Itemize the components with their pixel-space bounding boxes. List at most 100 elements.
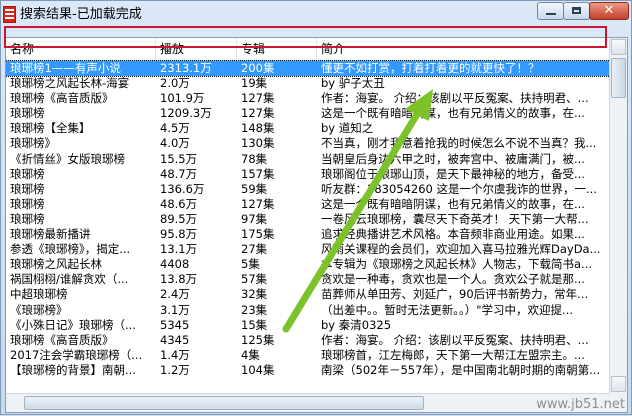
results-list[interactable]: 名称 播放 专辑 简介 琅琊榜1——有声小说 2313.1万 200集 懂更不如打赏，…: [5, 37, 628, 413]
cell-album: 59集: [241, 181, 268, 196]
watermark: www.jb51.net: [536, 397, 625, 412]
cell-name: 琅琊榜【全集】: [10, 121, 91, 136]
maximize-button[interactable]: [563, 2, 590, 20]
cell-name: 参透《琅琊榜》，揭定...: [10, 242, 131, 257]
close-button[interactable]: ✕: [589, 2, 629, 20]
horizontal-scroll-thumb[interactable]: [24, 396, 424, 410]
table-row[interactable]: 《折情丝》女版琅琊榜 15.5万 78集 当朝皇后身边六甲之时，被奔宫中、被庸满门，被…: [6, 152, 610, 167]
cell-album: 5集: [241, 257, 260, 272]
table-row[interactable]: 琅琊榜》 4.0万 130集 不当真，刚才我意着抢我的时候怎么不说不当真？我...: [6, 136, 610, 151]
cell-name: 《小殊日记》琅琊榜（...: [10, 317, 136, 332]
cell-name: 琅琊榜1——有声小说: [10, 61, 121, 75]
table-row[interactable]: 琅琊榜最新播讲 95.8万 175集 追求经典播讲艺术风格。本音频非商业用途。如果..…: [6, 227, 610, 242]
cell-name: 琅琊榜之风起长林-海宴: [10, 76, 130, 91]
cell-intro: 听友群：283054260 这是一个尔虞我诈的世界，一...: [321, 181, 597, 196]
cell-name: 【琅琊榜的背景】南朝...: [10, 362, 136, 377]
cell-intro: 作者：海宴。 介绍：该剧以平反冤案、扶持明君、...: [321, 91, 589, 106]
cell-name: 琅琊榜: [10, 106, 45, 121]
window-title: 搜索结果-已加载完成: [20, 7, 142, 22]
scroll-up-icon[interactable]: [611, 39, 626, 55]
app-icon: [3, 6, 16, 23]
cell-plays: 4408: [160, 257, 190, 272]
column-header-plays[interactable]: 播放: [156, 38, 237, 60]
cell-intro: 贪欢是一种毒，贪欢也是一个人。贪欢公子就是那...: [321, 272, 585, 287]
cell-plays: 15.5万: [160, 151, 198, 166]
table-row[interactable]: 琅琊榜【全集】 4.5万 148集 by 道知之: [6, 121, 610, 136]
table-row[interactable]: 【琅琊榜的背景】南朝... 1.2万 104集 南梁（502年－557年），是中国南北…: [6, 363, 610, 378]
cell-name: 中超琅琊榜: [10, 287, 68, 302]
title-bar[interactable]: 搜索结果-已加载完成 ✕: [1, 1, 631, 31]
cell-album: 127集: [241, 106, 275, 121]
cell-intro: 本专辑为《琅琊榜之风起长林》人物志，下载简书a...: [321, 257, 593, 272]
cell-name: 琅琊榜》: [10, 136, 56, 151]
table-row[interactable]: 琅琊榜 48.7万 157集 琅琊阁位于琅琊山顶，是天下最神秘的地方，备受...: [6, 167, 610, 182]
close-icon: ✕: [603, 3, 615, 18]
table-row[interactable]: 琅琊榜《高音质版》 4345 125集 作者：海宴。 介绍：该剧以平反冤案、扶持明君、…: [6, 333, 610, 348]
cell-intro: 琅琊阁位于琅琊山顶，是天下最神秘的地方，备受...: [321, 166, 585, 181]
cell-album: 127集: [241, 196, 275, 211]
cell-name: 祸国栩栩/谁解贪欢（...: [10, 272, 129, 287]
rows-container: 琅琊榜1——有声小说 2313.1万 200集 懂更不如打赏，打着打着更的就更快了！？…: [6, 59, 611, 378]
cell-plays: 2.4万: [160, 287, 190, 302]
cell-name: 琅琊榜《高音质版》: [10, 91, 114, 106]
table-row[interactable]: 《琅琊榜》 3.1万 23集 （出差中。。暂时无法更新。。）"学习中，欢迎提...: [6, 303, 610, 318]
table-row[interactable]: 琅琊榜《高音质版》 101.9万 127集 作者：海宴。 介绍：该剧以平反冤案、扶持明…: [6, 91, 610, 106]
cell-album: 104集: [241, 362, 275, 377]
cell-plays: 5345: [160, 317, 190, 332]
cell-name: 琅琊榜最新播讲: [10, 227, 91, 242]
cell-album: 15集: [241, 317, 268, 332]
cell-intro: by 秦清0325: [321, 317, 392, 332]
cell-plays: 89.5万: [160, 211, 198, 226]
cell-plays: 2.0万: [160, 76, 190, 91]
cell-intro: 这是一个既有暗暗阴谋，也有兄弟情义的故事，在...: [321, 196, 585, 211]
cell-plays: 101.9万: [160, 91, 205, 106]
table-row[interactable]: 琅琊榜 1209.3万 127集 这是一个既有暗暗阴谋，也有兄弟情义的故事，在...: [6, 106, 610, 121]
cell-plays: 95.8万: [160, 227, 198, 242]
cell-plays: 1209.3万: [160, 106, 212, 121]
vertical-scrollbar[interactable]: [609, 38, 627, 412]
table-row[interactable]: 参透《琅琊榜》，揭定... 13.1万 27集 风雨关课程的会员们，欢迎加入喜马拉雅光…: [6, 242, 610, 257]
table-row[interactable]: 琅琊榜之风起长林-海宴 2.0万 19集 by 驴子太丑: [6, 76, 610, 91]
cell-album: 97集: [241, 211, 268, 226]
cell-intro: 懂更不如打赏，打着打着更的就更快了！？: [321, 61, 540, 75]
cell-plays: 13.8万: [160, 272, 198, 287]
table-row[interactable]: 祸国栩栩/谁解贪欢（... 13.8万 57集 贪欢是一种毒，贪欢也是一个人。贪欢公子…: [6, 272, 610, 287]
table-row[interactable]: 琅琊榜1——有声小说 2313.1万 200集 懂更不如打赏，打着打着更的就更快了！？: [6, 59, 611, 78]
horizontal-scrollbar[interactable]: [6, 393, 610, 412]
table-row[interactable]: 《小殊日记》琅琊榜（... 5345 15集 by 秦清0325: [6, 318, 610, 333]
cell-intro: 一卷风云琅琊榜，囊尽天下奇英才！ 天下第一大帮...: [321, 211, 589, 226]
cell-plays: 4.5万: [160, 121, 190, 136]
cell-name: 琅琊榜《高音质版》: [10, 332, 114, 347]
column-header-album[interactable]: 专辑: [237, 38, 317, 60]
cell-plays: 136.6万: [160, 181, 205, 196]
table-row[interactable]: 琅琊榜 48.6万 127集 这是一个既有暗暗阴谋，也有兄弟情义的故事，在...: [6, 197, 610, 212]
minimize-button[interactable]: [537, 2, 564, 20]
cell-album: 125集: [241, 332, 275, 347]
cell-intro: 苗葬师从单田芳、刘延广，90后评书新势力，常年...: [321, 287, 589, 302]
cell-album: 157集: [241, 166, 275, 181]
column-header-name[interactable]: 名称: [6, 38, 156, 60]
cell-plays: 48.6万: [160, 196, 198, 211]
vertical-scroll-thumb[interactable]: [611, 58, 626, 98]
cell-intro: 作者：海宴。 介绍：该剧以平反冤案、扶持明君、...: [321, 332, 589, 347]
cell-name: 琅琊榜之风起长林: [10, 257, 102, 272]
cell-name: 琅琊榜: [10, 211, 45, 226]
table-row[interactable]: 琅琊榜之风起长林 4408 5集 本专辑为《琅琊榜之风起长林》人物志，下载简书a...: [6, 257, 610, 272]
cell-intro: by 驴子太丑: [321, 76, 385, 91]
column-header-intro[interactable]: 简介: [317, 38, 610, 60]
table-row[interactable]: 琅琊榜 89.5万 97集 一卷风云琅琊榜，囊尽天下奇英才！ 天下第一大帮...: [6, 212, 610, 227]
table-row[interactable]: 2017注会学霸琅琊榜（... 1.4万 4集 琅琊榜首，江左梅郎，天下第一大帮江左盟…: [6, 348, 610, 363]
cell-album: 127集: [241, 91, 275, 106]
cell-album: 130集: [241, 136, 275, 151]
cell-intro: 当朝皇后身边六甲之时，被奔宫中、被庸满门，被...: [321, 151, 585, 166]
scroll-down-icon[interactable]: [611, 376, 626, 392]
cell-name: 琅琊榜: [10, 166, 45, 181]
cell-album: 4集: [241, 347, 260, 362]
cell-album: 175集: [241, 227, 275, 242]
cell-name: 琅琊榜: [10, 196, 45, 211]
cell-intro: 这是一个既有暗暗阴谋，也有兄弟情义的故事，在...: [321, 106, 585, 121]
table-row[interactable]: 中超琅琊榜 2.4万 32集 苗葬师从单田芳、刘延广，90后评书新势力，常年...: [6, 287, 610, 302]
cell-plays: 13.1万: [160, 242, 198, 257]
table-row[interactable]: 琅琊榜 136.6万 59集 听友群：283054260 这是一个尔虞我诈的世界，一.…: [6, 182, 610, 197]
main-window: 搜索结果-已加载完成 ✕ 名称 播放 专辑 简介 琅琊榜1——有声小说 2313.…: [0, 0, 632, 415]
